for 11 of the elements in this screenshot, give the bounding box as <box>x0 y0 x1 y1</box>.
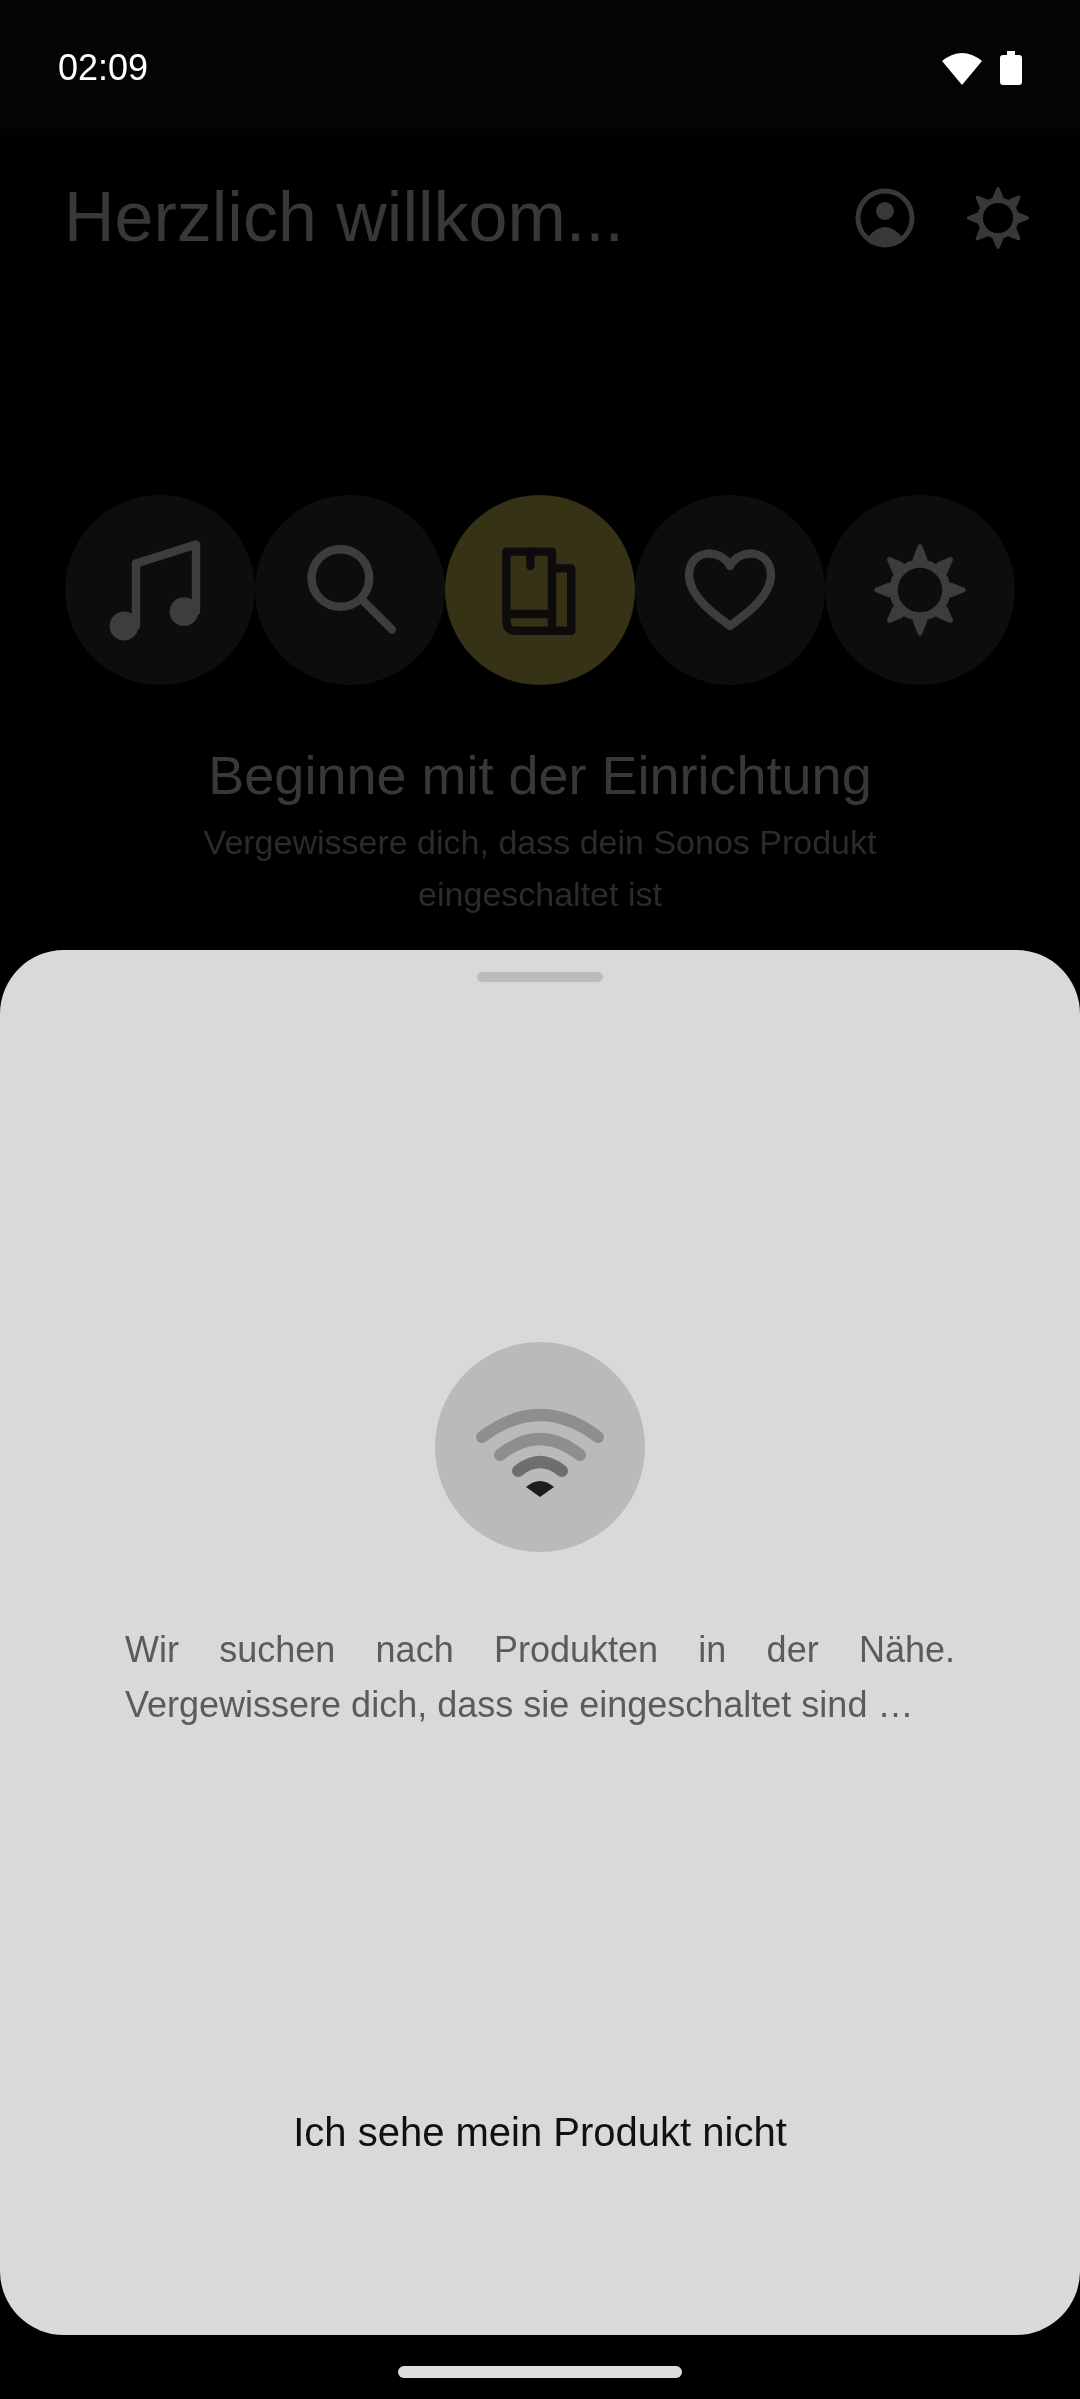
welcome-title: Herzlich willkom... <box>64 177 625 258</box>
battery-icon <box>1000 50 1022 85</box>
account-icon <box>854 186 916 249</box>
settings-icon <box>966 185 1030 250</box>
setup-heading: Beginne mit der Einrichtung <box>208 744 872 807</box>
status-time: 02:09 <box>58 45 149 90</box>
drag-handle[interactable] <box>477 972 603 982</box>
product-not-found-link[interactable]: Ich sehe mein Produkt nicht <box>293 2102 787 2162</box>
searching-message: Wir suchen nach Produkten in der Nähe. Vergewissere dich, dass sie eingeschaltet sind … <box>125 1628 955 1727</box>
wifi-icon <box>942 50 982 85</box>
home-indicator[interactable] <box>398 2366 682 2378</box>
